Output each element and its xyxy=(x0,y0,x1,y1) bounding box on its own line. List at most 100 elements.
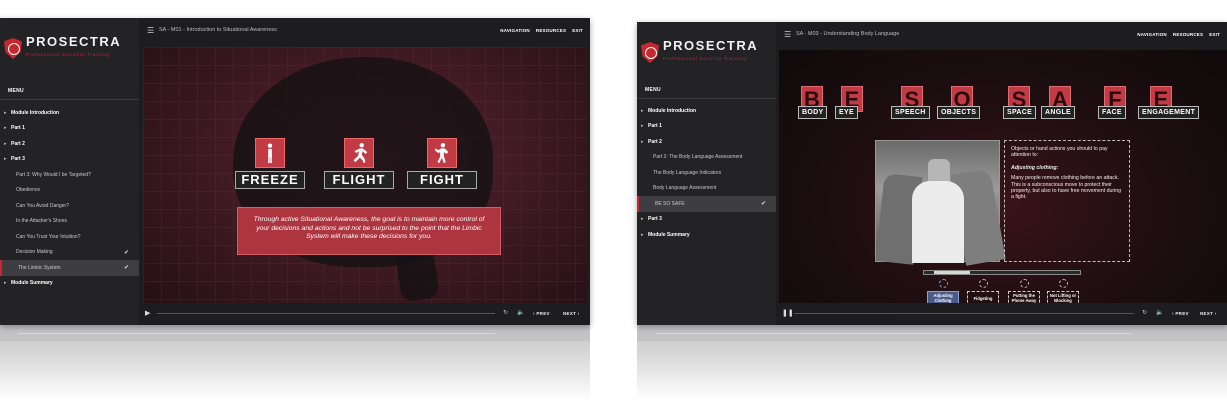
acronym-word: BODY xyxy=(798,106,828,119)
info-heading: Adjusting clothing: xyxy=(1011,164,1059,171)
menu-topic-item[interactable]: The Body Language Indicators xyxy=(637,165,776,181)
acronym-word: FACE xyxy=(1098,106,1126,119)
reflection-track xyxy=(18,333,495,334)
menu-section-item[interactable]: Part 2 xyxy=(637,134,776,150)
menu-section-item[interactable]: Module Introduction xyxy=(0,105,139,121)
menu-section-item[interactable]: Module Summary xyxy=(0,276,139,292)
next-button[interactable]: NEXT › xyxy=(1200,311,1217,316)
player-controls: ❚❚ ↻ 🔈 ‹ PREV NEXT › xyxy=(776,303,1227,325)
action-fight: FIGHT xyxy=(407,138,477,189)
menu-item-label: Can You Avoid Danger? xyxy=(16,202,70,209)
option-indicator-icon xyxy=(1019,279,1029,288)
menu-item-label: Part 3 xyxy=(11,156,25,163)
menu-item-label: The Body Language Indicators xyxy=(653,169,722,176)
menu-topic-item[interactable]: Part 2: The Body Language Assessment xyxy=(637,150,776,166)
option-indicator-icon xyxy=(938,279,948,288)
option-button[interactable]: Fidgeting xyxy=(967,279,999,303)
menu-topic-item[interactable]: Part 3: Why Would I be Targeted? xyxy=(0,167,139,183)
course-window-body-language: PROSECTRA Professional Security Training… xyxy=(637,22,1227,325)
menu-section-item[interactable]: Part 3 xyxy=(0,152,139,168)
volume-icon[interactable]: 🔈 xyxy=(1156,309,1163,316)
menu-item-label: Part 1 xyxy=(11,125,25,132)
brand-name: PROSECTRA Professional Security Training xyxy=(26,35,121,61)
menu-topic-item[interactable]: Body Language Assessment xyxy=(637,181,776,197)
menu-topic-item[interactable]: Can You Trust Your Intuition? xyxy=(0,229,139,245)
menu-topic-item[interactable]: Decision Making ✔ xyxy=(0,245,139,261)
breadcrumb: SA - M03 - Understanding Body Language xyxy=(796,31,900,37)
stage: PROSECTRA Professional Security Training… xyxy=(0,0,1227,400)
info-body: Many people remove clothing before an at… xyxy=(1011,175,1122,201)
menu-topic-item[interactable]: Obedience xyxy=(0,183,139,199)
pause-icon[interactable]: ❚❚ xyxy=(782,309,794,317)
replay-icon[interactable]: ↻ xyxy=(1142,309,1147,316)
menu-topic-item[interactable]: Can You Avoid Danger? xyxy=(0,198,139,214)
checkmark-icon: ✔ xyxy=(760,201,766,208)
menu-item-label: Decision Making xyxy=(16,249,53,256)
prev-button[interactable]: ‹ PREV xyxy=(533,311,550,316)
reflection-track xyxy=(655,333,1132,334)
menu-item-label: The Limbic System xyxy=(18,264,61,271)
image-slider[interactable] xyxy=(923,270,1081,275)
menu-topic-item[interactable]: The Limbic System ✔ xyxy=(0,260,139,276)
volume-icon[interactable]: 🔈 xyxy=(517,309,524,316)
option-label: Fidgeting xyxy=(967,291,999,303)
brand-name: PROSECTRA Professional Security Training xyxy=(663,39,758,65)
running-figure-icon xyxy=(344,138,374,168)
sidebar-menu: Module Introduction Part 1 Part 2 Part 2: T… xyxy=(637,103,776,243)
top-nav: NAVIGATION RESOURCES EXIT xyxy=(500,28,583,33)
hamburger-menu-icon[interactable]: ☰ xyxy=(147,26,154,35)
info-intro: Objects or hand actions you should to pa… xyxy=(1011,146,1108,159)
menu-item-label: Part 2 xyxy=(11,140,25,147)
hamburger-menu-icon[interactable]: ☰ xyxy=(784,30,791,39)
menu-topic-item[interactable]: BE SO SAFE ✔ xyxy=(637,196,776,212)
menu-item-label: Module Introduction xyxy=(648,107,697,114)
nav-exit-link[interactable]: EXIT xyxy=(1209,32,1220,37)
menu-item-label: Module Introduction xyxy=(11,109,60,116)
sidebar: PROSECTRA Professional Security Training… xyxy=(637,22,776,325)
option-label: Adjusting Clothing xyxy=(927,291,959,303)
next-button[interactable]: NEXT › xyxy=(563,311,580,316)
prev-button[interactable]: ‹ PREV xyxy=(1172,311,1189,316)
menu-item-label: Module Summary xyxy=(648,231,690,238)
menu-section-item[interactable]: Module Introduction xyxy=(637,103,776,119)
progress-fill xyxy=(794,313,896,314)
menu-label: MENU xyxy=(8,88,24,94)
option-button[interactable]: Not Lifting or Blocking xyxy=(1047,279,1079,303)
nav-navigation-link[interactable]: NAVIGATION xyxy=(1137,32,1167,37)
nav-navigation-link[interactable]: NAVIGATION xyxy=(500,28,530,33)
menu-divider xyxy=(637,98,776,99)
course-window-situational-awareness: PROSECTRA Professional Security Training… xyxy=(0,18,590,325)
reflection-controls xyxy=(637,325,1227,341)
acronym-word: ANGLE xyxy=(1041,106,1075,119)
progress-track[interactable] xyxy=(794,313,1134,314)
nav-exit-link[interactable]: EXIT xyxy=(572,28,583,33)
reflection-b xyxy=(637,325,1227,400)
nav-resources-link[interactable]: RESOURCES xyxy=(1173,32,1203,37)
menu-item-label: Part 1 xyxy=(648,123,662,130)
nav-resources-link[interactable]: RESOURCES xyxy=(536,28,566,33)
brand-tagline: Professional Security Training xyxy=(663,56,747,61)
menu-item-label: Body Language Assessment xyxy=(653,185,717,192)
menu-item-label: Part 2 xyxy=(648,138,662,145)
acronym-word: SPEECH xyxy=(891,106,930,119)
progress-track[interactable] xyxy=(157,313,495,314)
option-button[interactable]: Putting the Phone Away xyxy=(1008,279,1040,303)
topbar: ☰ SA - M01 - Introduction to Situational… xyxy=(139,18,590,44)
checkmark-icon: ✔ xyxy=(123,265,129,272)
slider-thumb[interactable] xyxy=(934,271,970,274)
replay-icon[interactable]: ↻ xyxy=(503,309,508,316)
menu-section-item[interactable]: Part 1 xyxy=(0,121,139,137)
option-button[interactable]: Adjusting Clothing xyxy=(927,279,959,303)
menu-section-item[interactable]: Part 2 xyxy=(0,136,139,152)
play-icon[interactable]: ▶ xyxy=(145,309,150,317)
acronym-word: ENGAGEMENT xyxy=(1138,106,1200,119)
menu-section-item[interactable]: Part 3 xyxy=(637,212,776,228)
menu-section-item[interactable]: Module Summary xyxy=(637,227,776,243)
menu-topic-item[interactable]: In the Attacker's Shoes xyxy=(0,214,139,230)
menu-section-item[interactable]: Part 1 xyxy=(637,119,776,135)
checkmark-icon: ✔ xyxy=(123,249,129,256)
brand-logo: PROSECTRA Professional Security Training xyxy=(641,39,758,65)
player-controls: ▶ ↻ 🔈 ‹ PREV NEXT › xyxy=(139,303,590,325)
info-panel: Objects or hand actions you should to pa… xyxy=(1004,140,1130,262)
menu-item-label: Can You Trust Your Intuition? xyxy=(16,233,81,240)
